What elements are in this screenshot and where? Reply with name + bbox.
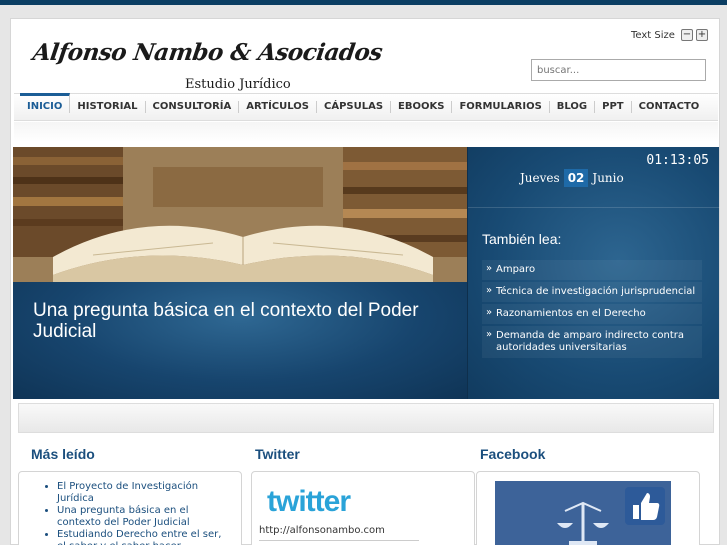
clock-display: 01:13:05 (646, 153, 709, 168)
twitter-logo[interactable]: twitter (267, 485, 351, 519)
nav-item-contacto[interactable]: CONTACTO (632, 101, 707, 113)
twitter-url[interactable]: http://alfonsonambo.com (259, 525, 385, 536)
sidebar-panel: 01:13:05 Jueves 02 Junio También lea: Am… (467, 147, 720, 399)
nav-item-capsulas[interactable]: CÁPSULAS (317, 101, 392, 113)
also-read-title: También lea: (482, 231, 562, 247)
content-strip (18, 403, 714, 433)
main-nav: INICIO HISTORIAL CONSULTORÍA ARTÍCULOS C… (14, 93, 718, 121)
logo-title: Alfonso Nambo & Asociados (31, 39, 384, 66)
nav-item-ebooks[interactable]: EBOOKS (391, 101, 453, 113)
most-read-item[interactable]: Una pregunta básica en el contexto del P… (57, 505, 227, 529)
books-image (13, 147, 467, 282)
logo-subtitle: Estudio Jurídico (185, 77, 291, 92)
most-read-item[interactable]: El Proyecto de Investigación Jurídica (57, 481, 227, 505)
top-accent-bar (0, 0, 727, 5)
most-read-heading: Más leído (31, 446, 95, 462)
nav-item-historial[interactable]: HISTORIAL (70, 101, 146, 113)
most-read-item[interactable]: Estudiando Derecho entre el ser, el sabe… (57, 529, 227, 545)
nav-item-consultoria[interactable]: CONSULTORÍA (146, 101, 240, 113)
nav-item-blog[interactable]: BLOG (550, 101, 596, 113)
date-display: Jueves 02 Junio (520, 169, 624, 187)
nav-item-formularios[interactable]: FORMULARIOS (452, 101, 550, 113)
nav-item-ppt[interactable]: PPT (595, 101, 632, 113)
also-read-item[interactable]: Razonamientos en el Derecho (482, 304, 702, 324)
nav-item-inicio[interactable]: INICIO (20, 93, 71, 113)
sidebar-divider (468, 207, 720, 208)
most-read-list: El Proyecto de Investigación Jurídica Un… (57, 481, 227, 545)
text-size-label: Text Size (631, 29, 675, 41)
search-input[interactable] (531, 59, 706, 81)
text-size-decrease-button[interactable]: − (680, 29, 693, 41)
date-month: Junio (592, 171, 624, 185)
also-read-item[interactable]: Amparo (482, 260, 702, 280)
also-read-item[interactable]: Técnica de investigación jurisprudencial (482, 282, 702, 302)
slide-title[interactable]: Una pregunta básica en el contexto del P… (33, 300, 453, 342)
also-read-list: Amparo Técnica de investigación jurispru… (482, 260, 702, 360)
date-day-number: 02 (563, 169, 589, 187)
facebook-heading: Facebook (480, 446, 546, 462)
also-read-item[interactable]: Demanda de amparo indirecto contra autor… (482, 326, 702, 358)
page-container: Alfonso Nambo & Asociados Estudio Jurídi… (10, 18, 720, 545)
featured-slider[interactable]: Una pregunta básica en el contexto del P… (13, 147, 467, 399)
text-size-control: Text Size − + (631, 29, 708, 41)
nav-item-articulos[interactable]: ARTÍCULOS (239, 101, 317, 113)
nav-shadow (14, 122, 718, 142)
date-day-name: Jueves (520, 171, 560, 185)
twitter-divider (259, 540, 419, 541)
facebook-widget-image[interactable] (495, 481, 671, 545)
twitter-heading: Twitter (255, 446, 300, 462)
text-size-increase-button[interactable]: + (695, 29, 708, 41)
site-logo[interactable]: Alfonso Nambo & Asociados Estudio Jurídi… (31, 39, 384, 99)
